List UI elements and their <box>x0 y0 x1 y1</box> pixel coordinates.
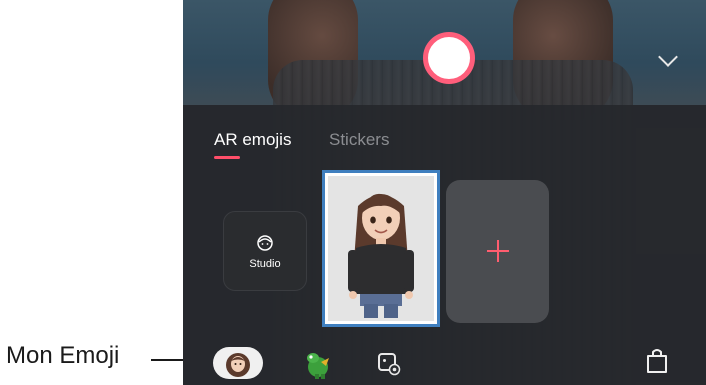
bottom-bar <box>183 342 706 385</box>
callout-label: Mon Emoji <box>6 342 120 369</box>
add-emoji-button[interactable] <box>446 180 549 323</box>
shutter-button[interactable] <box>423 32 475 84</box>
my-emoji-card[interactable] <box>328 176 434 321</box>
tab-active-indicator <box>214 156 240 159</box>
tab-stickers[interactable]: Stickers <box>329 130 389 150</box>
selected-emoji-frame[interactable] <box>322 170 440 327</box>
store-bag-icon[interactable] <box>645 347 669 375</box>
my-emoji-avatar-icon <box>226 353 250 377</box>
studio-button[interactable]: Studio <box>223 211 307 291</box>
emoji-avatar-figure <box>348 193 414 318</box>
gallery-icon[interactable] <box>376 351 402 377</box>
camera-screen: AR emojis Stickers Studio <box>183 0 706 385</box>
studio-face-icon <box>257 235 273 251</box>
studio-label: Studio <box>249 258 281 270</box>
sticker-character-icon[interactable] <box>301 348 333 380</box>
tab-ar-emojis[interactable]: AR emojis <box>214 130 291 150</box>
plus-icon-vertical <box>497 240 499 262</box>
my-emoji-tab[interactable] <box>213 347 263 379</box>
